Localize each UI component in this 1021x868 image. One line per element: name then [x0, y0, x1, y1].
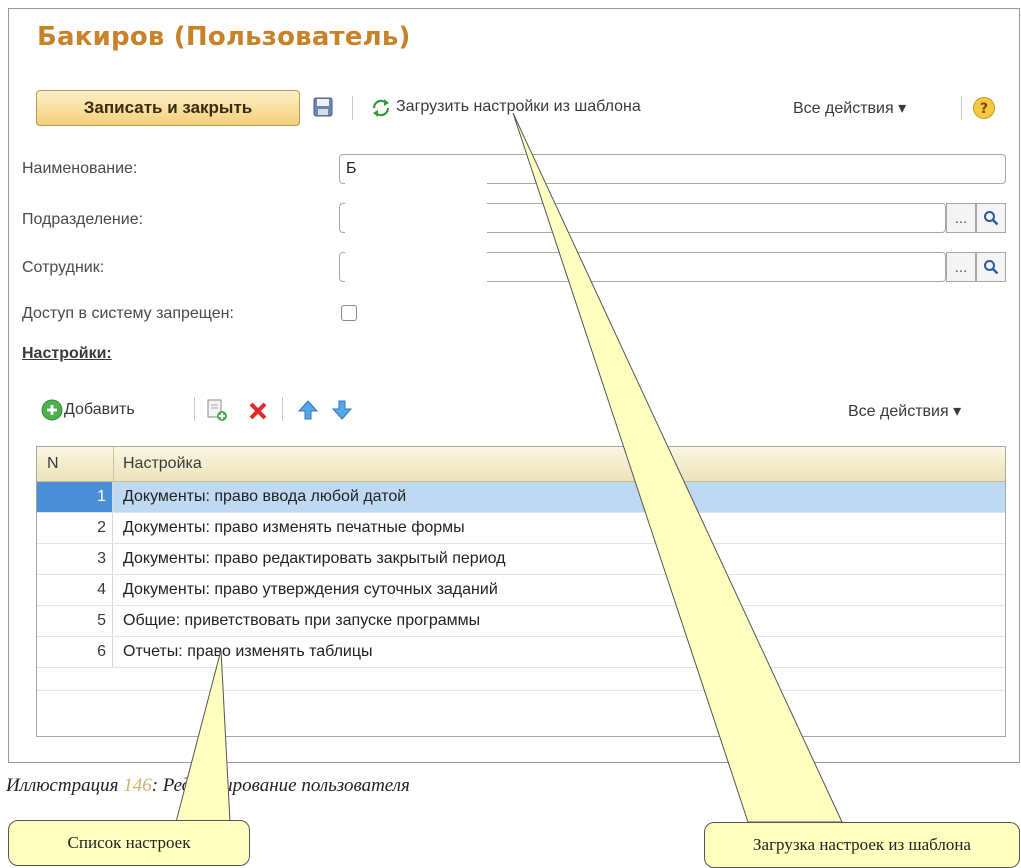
settings-list-pointer — [175, 649, 231, 823]
callout-pointers — [175, 112, 843, 823]
callout-settings-list: Список настроек — [8, 820, 250, 866]
load-template-pointer — [512, 112, 843, 823]
callout-load-from-template: Загрузка настроек из шаблона — [704, 822, 1020, 868]
